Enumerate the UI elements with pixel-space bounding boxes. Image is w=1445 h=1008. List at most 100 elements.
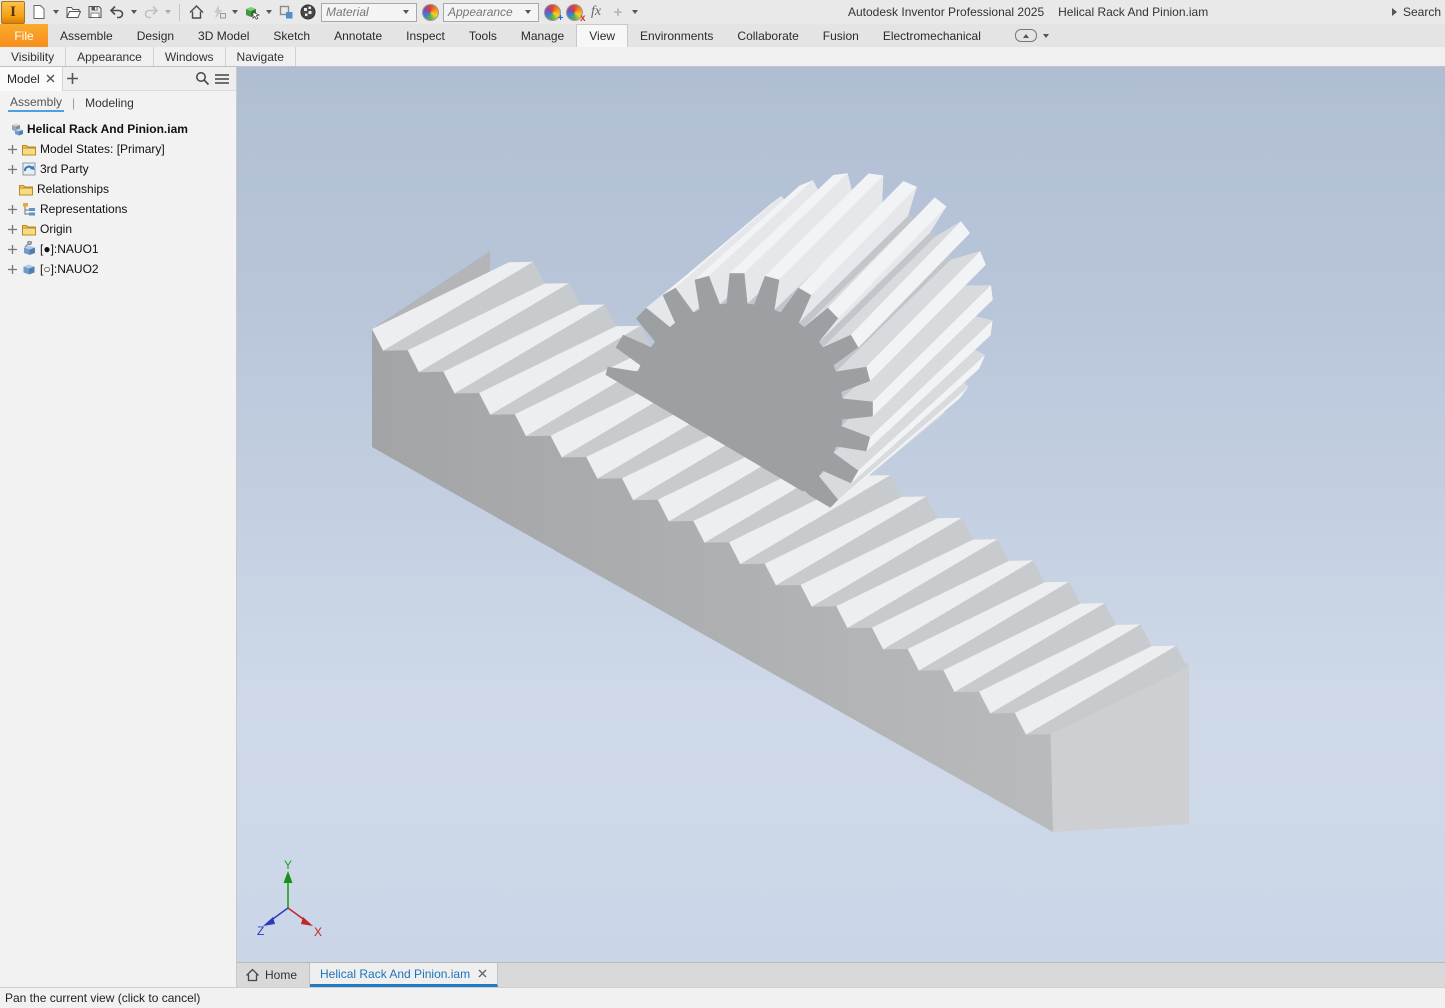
third-party-icon [21, 161, 37, 177]
tree-node-label: Representations [40, 202, 127, 216]
select-component-icon[interactable] [241, 1, 263, 23]
panel-navigate[interactable]: Navigate [226, 47, 296, 66]
browser-tab-model[interactable]: Model [0, 67, 63, 91]
clear-appearance-icon[interactable] [563, 1, 585, 23]
status-message: Pan the current view (click to cancel) [5, 991, 200, 1005]
undo-icon[interactable] [106, 1, 128, 23]
tree-node-root[interactable]: Helical Rack And Pinion.iam [2, 119, 236, 139]
document-title: Helical Rack And Pinion.iam [1058, 5, 1208, 19]
tab-file[interactable]: File [0, 24, 48, 47]
tab-sketch[interactable]: Sketch [261, 24, 322, 47]
redo-icon[interactable] [140, 1, 162, 23]
tab-fusion[interactable]: Fusion [811, 24, 871, 47]
expand-icon[interactable] [6, 145, 18, 154]
tab-electromechanical[interactable]: Electromechanical [871, 24, 993, 47]
add-command-icon[interactable] [607, 1, 629, 23]
tree-node-model-states[interactable]: Model States: [Primary] [2, 139, 236, 159]
select-component-caret[interactable] [266, 10, 272, 14]
app-title: Autodesk Inventor Professional 2025 [848, 5, 1044, 19]
tab-manage[interactable]: Manage [509, 24, 576, 47]
browser-view-modeling[interactable]: Modeling [83, 95, 136, 111]
qat-overflow-caret[interactable] [632, 10, 638, 14]
tree-node-label: Model States: [Primary] [40, 142, 165, 156]
appearance-combobox-value: Appearance [448, 5, 522, 19]
material-combobox-caret[interactable] [403, 10, 409, 14]
component-pinned-icon [21, 241, 37, 257]
3d-viewport[interactable]: Y Z X [237, 67, 1445, 962]
doc-tab-home[interactable]: Home [237, 963, 310, 987]
ilogic-icon[interactable] [207, 1, 229, 23]
inventor-logo-icon[interactable]: I [1, 1, 25, 24]
ribbon-collapse-icon[interactable] [1015, 29, 1037, 42]
collaborate-icon[interactable] [275, 1, 297, 23]
panel-windows[interactable]: Windows [154, 47, 226, 66]
undo-caret[interactable] [131, 10, 137, 14]
tree-node-relationships[interactable]: Relationships [2, 179, 236, 199]
tab-3d-model[interactable]: 3D Model [186, 24, 261, 47]
open-file-icon[interactable] [62, 1, 84, 23]
tab-collaborate[interactable]: Collaborate [725, 24, 810, 47]
browser-tab-close-icon[interactable] [46, 74, 55, 83]
parameters-fx-icon[interactable] [585, 1, 607, 23]
tab-environments[interactable]: Environments [628, 24, 725, 47]
model-canvas[interactable]: Y Z X [237, 67, 1445, 962]
expand-icon[interactable] [6, 225, 18, 234]
browser-view-assembly[interactable]: Assembly [8, 94, 64, 112]
redo-caret[interactable] [165, 10, 171, 14]
expand-icon[interactable] [6, 245, 18, 254]
search-area[interactable]: Search [1392, 0, 1441, 24]
doc-tab-close-icon[interactable] [478, 969, 487, 978]
expand-icon[interactable] [6, 265, 18, 274]
material-ball-icon[interactable] [297, 1, 319, 23]
ribbon-collapse-control[interactable] [1015, 24, 1052, 47]
appearance-combobox-caret[interactable] [525, 10, 531, 14]
appearance-combobox[interactable]: Appearance [443, 3, 539, 22]
tab-inspect[interactable]: Inspect [394, 24, 457, 47]
folder-icon [21, 141, 37, 157]
home-view-icon[interactable] [185, 1, 207, 23]
toolbar-separator [179, 4, 180, 21]
browser-menu-icon[interactable] [212, 69, 232, 89]
tree-node-nauo1[interactable]: [●]:NAUO1 [2, 239, 236, 259]
new-document-icon[interactable] [28, 1, 50, 23]
new-document-caret[interactable] [53, 10, 59, 14]
doc-tab-active[interactable]: Helical Rack And Pinion.iam [310, 963, 498, 987]
ribbon-tab-row: File Assemble Design 3D Model Sketch Ann… [0, 24, 1445, 47]
expand-icon[interactable] [6, 205, 18, 214]
tree-node-3rd-party[interactable]: 3rd Party [2, 159, 236, 179]
status-bar: Pan the current view (click to cancel) [0, 987, 1445, 1008]
axis-z-label: Z [257, 924, 264, 938]
browser-header: Model [0, 67, 236, 91]
tree-node-nauo2[interactable]: [○]:NAUO2 [2, 259, 236, 279]
tab-tools[interactable]: Tools [457, 24, 509, 47]
tab-view[interactable]: View [576, 24, 628, 47]
search-expand-icon[interactable] [1392, 8, 1397, 16]
add-browser-tab-icon[interactable] [63, 69, 83, 89]
tab-design[interactable]: Design [125, 24, 186, 47]
panel-visibility[interactable]: Visibility [0, 47, 66, 66]
assembly-icon [8, 121, 24, 137]
doc-tab-home-label: Home [265, 968, 297, 982]
folder-icon [18, 181, 34, 197]
browser-tab-label: Model [7, 72, 40, 86]
panel-appearance[interactable]: Appearance [66, 47, 154, 66]
window-titles: Autodesk Inventor Professional 2025 Heli… [848, 0, 1208, 24]
ilogic-caret[interactable] [232, 10, 238, 14]
ribbon-collapse-caret[interactable] [1043, 34, 1049, 38]
tree-node-origin[interactable]: Origin [2, 219, 236, 239]
tab-assemble[interactable]: Assemble [48, 24, 125, 47]
axis-x-arrow [301, 917, 313, 926]
tree-node-representations[interactable]: Representations [2, 199, 236, 219]
tab-annotate[interactable]: Annotate [322, 24, 394, 47]
axis-y-label: Y [284, 858, 292, 872]
appearance-wheel-icon[interactable] [419, 1, 441, 23]
expand-icon[interactable] [6, 165, 18, 174]
save-icon[interactable] [84, 1, 106, 23]
axis-z-arrow [263, 917, 275, 926]
tree-node-label: Relationships [37, 182, 109, 196]
tree-node-label: Helical Rack And Pinion.iam [27, 122, 188, 136]
browser-search-icon[interactable] [192, 69, 212, 89]
tree-node-label: 3rd Party [40, 162, 89, 176]
adjust-appearance-icon[interactable] [541, 1, 563, 23]
material-combobox[interactable]: Material [321, 3, 417, 22]
